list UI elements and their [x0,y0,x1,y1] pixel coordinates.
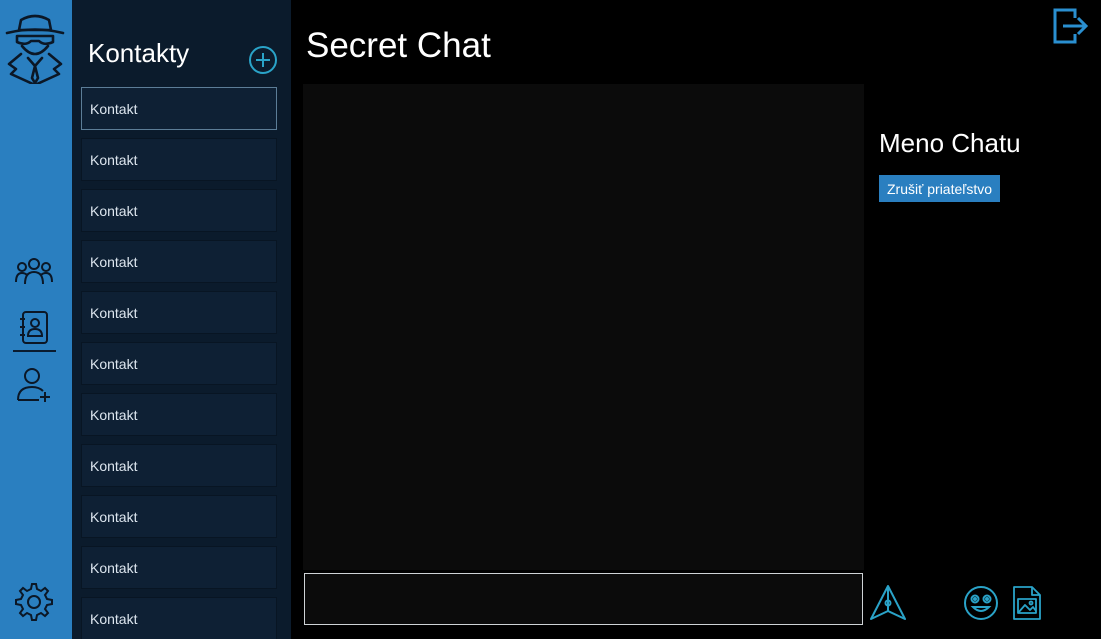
image-file-icon[interactable] [1012,585,1042,621]
app-title: Secret Chat [306,26,491,65]
contact-item[interactable]: Kontakt [81,189,277,232]
contacts-panel: Kontakty Kontakt Kontakt Kontakt Kontakt… [72,0,291,639]
contact-item[interactable]: Kontakt [81,597,277,639]
contact-item[interactable]: Kontakt [81,495,277,538]
contact-name: Kontakt [90,202,138,219]
contacts-title: Kontakty [88,38,190,68]
contact-item[interactable]: Kontakt [81,291,277,334]
plus-circle-icon[interactable] [248,45,278,75]
contact-item[interactable]: Kontakt [81,546,277,589]
contact-name: Kontakt [90,100,138,117]
contact-name: Kontakt [90,355,138,372]
chat-messages-area[interactable] [303,84,864,570]
contact-name: Kontakt [90,151,138,168]
message-input[interactable] [304,573,863,625]
chat-name: Meno Chatu [879,128,1021,158]
emoji-icon[interactable] [962,584,1000,622]
contact-name: Kontakt [90,253,138,270]
contacts-book-icon[interactable] [12,308,56,348]
contact-item[interactable]: Kontakt [81,87,277,130]
active-nav-indicator [13,350,56,352]
contact-item[interactable]: Kontakt [81,393,277,436]
contact-name: Kontakt [90,508,138,525]
add-user-icon[interactable] [12,364,56,404]
contact-item[interactable]: Kontakt [81,342,277,385]
contact-item[interactable]: Kontakt [81,240,277,283]
contact-item[interactable]: Kontakt [81,444,277,487]
contact-name: Kontakt [90,559,138,576]
unfriend-button[interactable]: Zrušiť priateľstvo [879,175,1001,202]
logout-icon[interactable] [1053,8,1089,44]
contact-item[interactable]: Kontakt [81,138,277,181]
settings-icon[interactable] [12,582,56,622]
navigation-rail [0,0,73,639]
contact-name: Kontakt [90,406,138,423]
contact-list: Kontakt Kontakt Kontakt Kontakt Kontakt … [81,87,277,639]
send-icon[interactable] [868,583,908,623]
groups-icon[interactable] [12,252,56,292]
contact-name: Kontakt [90,457,138,474]
contact-name: Kontakt [90,304,138,321]
spy-logo-icon [5,14,65,84]
contact-name: Kontakt [90,610,138,627]
